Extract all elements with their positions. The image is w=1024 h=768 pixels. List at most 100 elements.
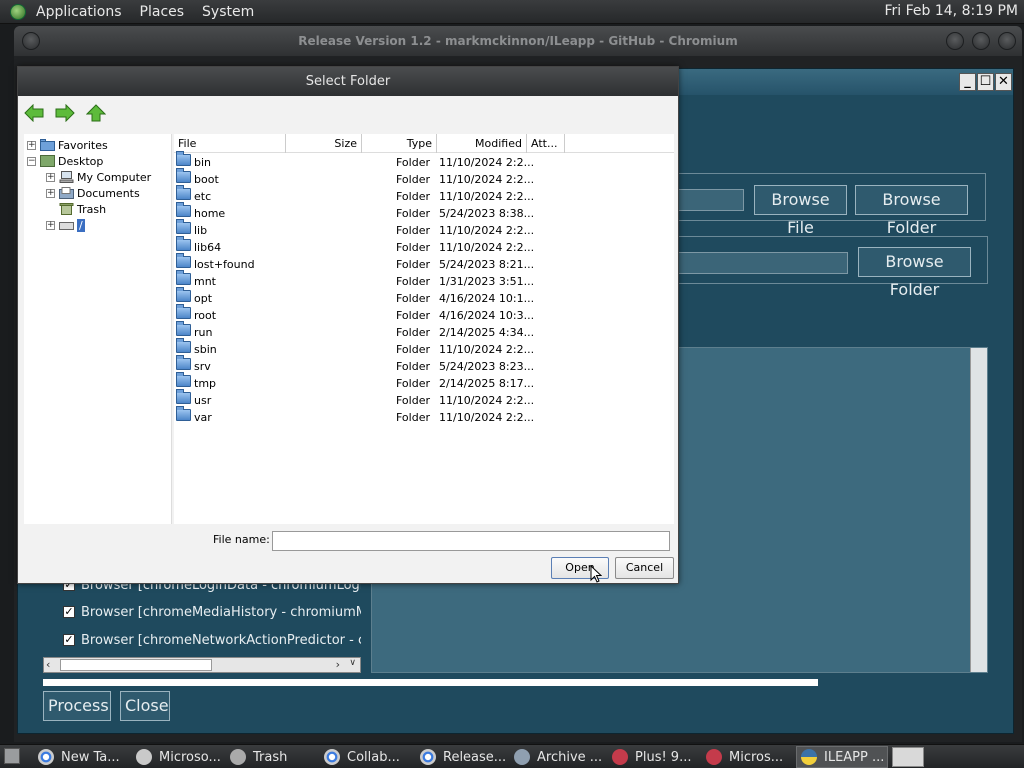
file-row[interactable]: usr Folder 11/10/2024 2:2... (174, 389, 674, 409)
taskbar-item[interactable]: ILEAPP ... (796, 746, 888, 768)
tree-item-documents[interactable]: + Documents (46, 185, 140, 201)
browse-file-button[interactable]: Browse File (754, 185, 847, 237)
app-minimize-button[interactable]: _ (959, 73, 976, 91)
taskbar-item[interactable]: New Ta... (34, 746, 127, 768)
taskbar: New Ta... Microso... Trash Collab... Release… (0, 744, 1024, 768)
menu-system[interactable]: System (202, 4, 254, 20)
file-row[interactable]: tmp Folder 2/14/2025 8:17... (174, 372, 674, 392)
expand-icon[interactable]: + (46, 188, 55, 198)
collapse-icon[interactable]: − (27, 156, 36, 166)
file-modified: 11/10/2024 2:2... (439, 394, 535, 407)
checkbox-checked-icon[interactable]: ✓ (63, 606, 75, 618)
cancel-button[interactable]: Cancel (615, 557, 674, 579)
file-name: srv (194, 360, 211, 373)
browse-folder-button[interactable]: Browse Folder (855, 185, 968, 237)
app-maximize-button[interactable]: ☐ (977, 73, 994, 91)
file-row[interactable]: sbin Folder 11/10/2024 2:2... (174, 338, 674, 358)
log-scrollbar[interactable] (970, 348, 987, 672)
folder-tree[interactable]: + Favorites − Desktop + My Computer + Do… (24, 134, 172, 524)
tree-item-trash[interactable]: Trash (59, 201, 106, 217)
tree-label: Desktop (58, 154, 104, 168)
column-modified[interactable]: Modified (437, 134, 527, 153)
file-modified: 5/24/2023 8:38... (439, 207, 535, 220)
taskbar-item[interactable]: Plus! 9... (608, 746, 698, 768)
browse-output-folder-button[interactable]: Browse Folder (858, 247, 971, 299)
window-menu-icon[interactable] (22, 32, 40, 50)
expand-icon[interactable]: + (46, 220, 55, 230)
file-row[interactable]: mnt Folder 1/31/2023 3:51... (174, 270, 674, 290)
scroll-left-icon[interactable]: ‹ (46, 658, 50, 671)
forward-arrow-icon[interactable] (55, 104, 75, 122)
taskbar-item[interactable]: Collab... (320, 746, 412, 768)
workspace-switcher-icon[interactable] (892, 747, 924, 767)
file-row[interactable]: etc Folder 11/10/2024 2:2... (174, 185, 674, 205)
file-row[interactable]: home Folder 5/24/2023 8:38... (174, 202, 674, 222)
taskbar-label: Archive ... (537, 749, 603, 765)
scroll-right-icon[interactable]: › (336, 658, 340, 671)
module-list-hscrollbar[interactable]: ‹ › ∨ (43, 657, 361, 673)
column-size[interactable]: Size (286, 134, 362, 153)
expand-icon[interactable]: + (27, 140, 36, 150)
filename-input[interactable] (272, 531, 670, 551)
module-item[interactable]: ✓ Browser [chromeNetworkActionPredictor … (63, 630, 361, 650)
column-type[interactable]: Type (362, 134, 437, 153)
file-row[interactable]: var Folder 11/10/2024 2:2... (174, 406, 674, 426)
file-row[interactable]: lib Folder 11/10/2024 2:2... (174, 219, 674, 239)
file-type: Folder (396, 224, 430, 237)
minimize-icon[interactable] (946, 32, 964, 50)
tree-item-favorites[interactable]: + Favorites (27, 137, 108, 153)
file-row[interactable]: root Folder 4/16/2024 10:3... (174, 304, 674, 324)
menu-places[interactable]: Places (140, 4, 185, 20)
tree-item-desktop[interactable]: − Desktop (27, 153, 103, 169)
folder-icon (176, 236, 191, 251)
file-row[interactable]: boot Folder 11/10/2024 2:2... (174, 168, 674, 188)
tree-item-root[interactable]: + / (46, 217, 85, 233)
back-arrow-icon[interactable] (24, 104, 44, 122)
up-arrow-icon[interactable] (86, 104, 106, 122)
app-close-button[interactable]: ✕ (995, 73, 1012, 91)
file-row[interactable]: run Folder 2/14/2025 4:34... (174, 321, 674, 341)
taskbar-item[interactable]: Micros... (702, 746, 792, 768)
file-row[interactable]: lib64 Folder 11/10/2024 2:2... (174, 236, 674, 256)
file-type: Folder (396, 241, 430, 254)
output-path-field[interactable] (658, 252, 848, 274)
file-type: Folder (396, 258, 430, 271)
column-attributes[interactable]: Att... (527, 134, 565, 153)
scroll-down-icon[interactable]: ∨ (349, 658, 356, 668)
file-name: var (194, 411, 212, 424)
clock[interactable]: Fri Feb 14, 8:19 PM (885, 3, 1019, 19)
close-window-icon[interactable] (998, 32, 1016, 50)
column-file[interactable]: File (174, 134, 286, 153)
module-item[interactable]: ✓ Browser [chromeMediaHistory - chromium… (63, 602, 361, 622)
file-row[interactable]: srv Folder 5/24/2023 8:23... (174, 355, 674, 375)
os-logo-icon[interactable] (10, 3, 26, 20)
taskbar-item[interactable]: Archive ... (510, 746, 604, 768)
file-modified: 5/24/2023 8:23... (439, 360, 535, 373)
checkbox-checked-icon[interactable]: ✓ (63, 634, 75, 646)
menu-applications[interactable]: Applications (36, 4, 122, 20)
expand-icon[interactable]: + (46, 172, 55, 182)
file-modified: 11/10/2024 2:2... (439, 343, 535, 356)
show-desktop-icon[interactable] (4, 748, 20, 764)
module-list[interactable]: ✓ Browser [chromeLoginData - chromiumLog… (43, 569, 361, 671)
file-row[interactable]: lost+found Folder 5/24/2023 8:21... (174, 253, 674, 273)
documents-icon (59, 187, 74, 199)
taskbar-item[interactable]: Release... (416, 746, 506, 768)
process-button[interactable]: Process (43, 691, 111, 721)
file-list-header: File Size Type Modified Att... (174, 134, 674, 153)
taskbar-item[interactable]: Microso... (132, 746, 222, 768)
file-row[interactable]: opt Folder 4/16/2024 10:1... (174, 287, 674, 307)
scroll-thumb[interactable] (60, 659, 212, 671)
file-modified: 1/31/2023 3:51... (439, 275, 535, 288)
file-name: lib64 (194, 241, 222, 254)
tree-item-my-computer[interactable]: + My Computer (46, 169, 151, 185)
trash-icon (230, 749, 246, 765)
file-row[interactable]: bin Folder 11/10/2024 2:2... (174, 151, 674, 171)
close-button[interactable]: Close (120, 691, 170, 721)
file-list[interactable]: File Size Type Modified Att... bin Folder… (174, 134, 674, 524)
taskbar-item[interactable]: Trash (226, 746, 316, 768)
maximize-icon[interactable] (972, 32, 990, 50)
file-modified: 4/16/2024 10:1... (439, 292, 535, 305)
dialog-title: Select Folder (18, 67, 678, 96)
file-name: etc (194, 190, 212, 203)
